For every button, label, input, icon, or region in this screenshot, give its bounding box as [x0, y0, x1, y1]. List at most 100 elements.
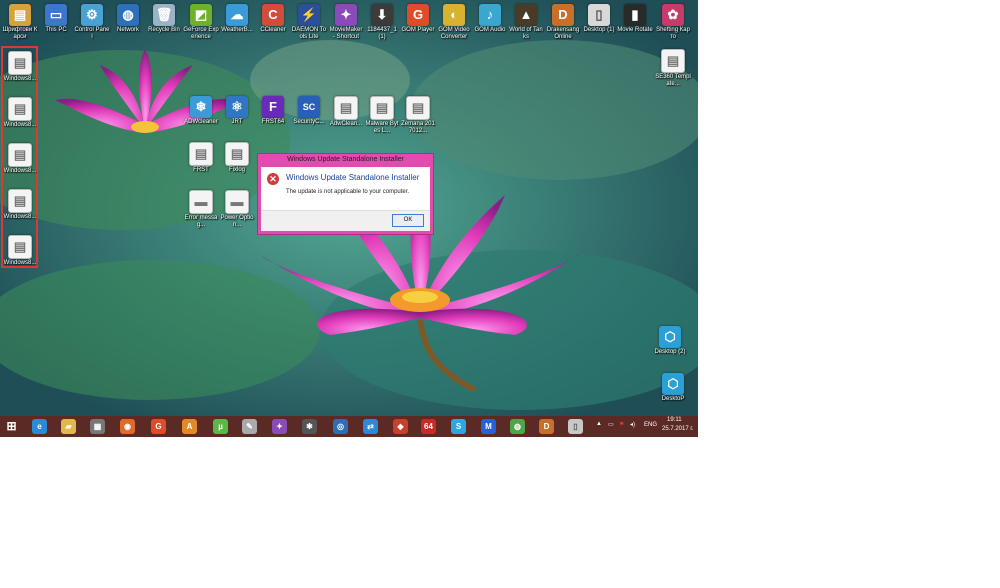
desktop-icon-label: MovieMaker - Shortcut [329, 27, 363, 40]
shortcut-icon: ⬡ [659, 326, 681, 348]
error-icon: ✕ [267, 173, 279, 185]
desktop-icon-desktop-1[interactable]: ▯ Desktop (1) [581, 4, 617, 34]
desktop-icon-windows8-3[interactable]: ▤ Windows8... [2, 143, 38, 175]
desktop-icon-label: Desktop (2) [654, 349, 686, 355]
dialog-body: ✕ Windows Update Standalone Installer Th… [261, 167, 430, 231]
gom-converter-icon: ◐ [443, 4, 465, 26]
desktop-icon-label: Windows8... [3, 122, 37, 128]
start-button[interactable]: ⊞ [4, 419, 19, 434]
clock-time[interactable]: 19:11 [667, 417, 682, 423]
tray-arrow-icon[interactable]: ▲ [596, 421, 602, 427]
file-explorer-icon[interactable]: ▰ [61, 419, 76, 434]
window-icon[interactable]: ▯ [568, 419, 583, 434]
installer-icon: ▤ [8, 51, 32, 75]
desktop-icon-frst64[interactable]: F FRST64 [255, 96, 291, 126]
desktop-icon-label: GOM Audio [474, 27, 506, 33]
desktop-icon-fixlog[interactable]: ▤ Fixlog [219, 142, 255, 174]
network-tray-icon[interactable]: ▭ [608, 421, 614, 428]
taskbar: ⊞ e ▰ ▦ ◉ G A µ ✎ ✦ ✱ ◎ ⇄ ◆ 64 S M ◍ D ▯… [0, 416, 698, 437]
language-indicator[interactable]: ENG [644, 422, 657, 428]
desktop-icon-movie-rotate[interactable]: ▮ Movie Rotate [617, 4, 653, 34]
volume-tray-icon[interactable]: ◂) [630, 421, 635, 428]
text-file-icon: ▤ [406, 96, 430, 120]
tool2-icon[interactable]: ✱ [302, 419, 317, 434]
desktop-icon-weather[interactable]: ☁ WeatherB... [219, 4, 255, 34]
desktop-icon-malwarebytes-log[interactable]: ▤ Malware Bytes L... [364, 96, 400, 135]
desktop-icon-windows8-5[interactable]: ▤ Windows8... [2, 235, 38, 267]
desktop-icon-moviemaker[interactable]: ✦ MovieMaker - Shortcut [328, 4, 364, 41]
desktop-icon-recycle-bin[interactable]: 🗑 Recycle Bin [146, 4, 182, 34]
text-file-icon: ▤ [189, 142, 213, 166]
chrome-icon[interactable]: ◍ [510, 419, 525, 434]
desktop-icon-label: DAEMON Tools Lite [291, 27, 327, 40]
text-file-icon: ▤ [661, 49, 685, 73]
drakensang-icon[interactable]: D [539, 419, 554, 434]
desktop-icon-label: Network [116, 27, 139, 33]
internet-explorer-icon[interactable]: e [32, 419, 47, 434]
desktop-icon-label: Shefting Карто [656, 27, 690, 40]
remote-icon[interactable]: ◆ [393, 419, 408, 434]
desktop-icon-zemana-log[interactable]: ▤ Zemana 2017012... [400, 96, 436, 135]
recycle-bin-icon: 🗑 [153, 4, 175, 26]
desktop-icon-folder[interactable]: ▤ Шрифтови Карси [2, 4, 38, 41]
desktop-icon-daemon[interactable]: ⚡ DAEMON Tools Lite [291, 4, 327, 41]
desktop-icon-this-pc[interactable]: ▭ This PC [38, 4, 74, 34]
desktop-icon-gom-audio[interactable]: ♪ GOM Audio [472, 4, 508, 34]
frst64-icon: F [262, 96, 284, 118]
desktop-icon-download[interactable]: ⬇ 1184437_1 (1) [364, 4, 400, 41]
geforce-icon: ◩ [190, 4, 212, 26]
desktop-icon-adwclean-log[interactable]: ▤ AdwClean... [328, 96, 364, 128]
firefox-icon[interactable]: ◉ [120, 419, 135, 434]
desktop-icon-windows8-4[interactable]: ▤ Windows8... [2, 189, 38, 221]
network-icon: ◍ [117, 4, 139, 26]
desktop-icon-ccleaner[interactable]: C CCleaner [255, 4, 291, 34]
image-file-icon: ▬ [225, 190, 249, 214]
desktop-icon-se360-template[interactable]: ▤ SE360 Template... [655, 49, 691, 88]
update-installer-dialog: Windows Update Standalone Installer ✕ Wi… [257, 153, 434, 235]
desktop-icon-label: World of Tanks [509, 27, 543, 40]
desktop-icon-label: AdwClean... [329, 121, 363, 127]
desktop-icon-drakensang[interactable]: D Drakensang Online [545, 4, 581, 41]
desktop-icon-label: Malware Bytes L... [365, 121, 399, 134]
desktop-icon-cards[interactable]: ✿ Shefting Карто [655, 4, 691, 41]
clock-date[interactable]: 25.7.2017 г. [662, 426, 693, 432]
flag-tray-icon[interactable]: ⚑ [619, 421, 624, 428]
desktop-icon-windows8-1[interactable]: ▤ Windows8... [2, 51, 38, 83]
app-icon[interactable]: ◎ [333, 419, 348, 434]
tool-icon[interactable]: ✎ [242, 419, 257, 434]
desktop-icon-label: WeatherB... [221, 27, 253, 33]
desktop-icon-jrt[interactable]: ⚛ JRT [219, 96, 255, 126]
desktop-icon-gom-player[interactable]: G GOM Player [400, 4, 436, 34]
desktop-icon-desktop-2[interactable]: ⬡ Desktop (2) [652, 326, 688, 356]
text-file-icon: ▤ [225, 142, 249, 166]
folder-icon: ▤ [9, 4, 31, 26]
desktop-icon-world-of-tanks[interactable]: ▲ World of Tanks [508, 4, 544, 41]
desktop-icon-geforce[interactable]: ◩ GeForce Experience [183, 4, 219, 41]
desktop-icon-label: This PC [45, 27, 67, 33]
media-icon[interactable]: ▦ [90, 419, 105, 434]
gom-player-icon[interactable]: G [151, 419, 166, 434]
desktop-icon-network[interactable]: ◍ Network [110, 4, 146, 34]
drakensang-icon: D [552, 4, 574, 26]
aida64-icon[interactable]: 64 [421, 419, 436, 434]
moviemaker-icon[interactable]: ✦ [272, 419, 287, 434]
desktop-icon-label: Windows8... [3, 214, 37, 220]
desktop-icon-securitycheck[interactable]: SC SecurityC... [291, 96, 327, 126]
avast-icon[interactable]: A [182, 419, 197, 434]
installer-icon: ▤ [8, 143, 32, 167]
skype-icon[interactable]: S [451, 419, 466, 434]
desktop-icon-adwcleaner[interactable]: ❄ ADWcleaner [183, 96, 219, 126]
desktop-icon-frst-log[interactable]: ▤ FRST [183, 142, 219, 174]
teamviewer-icon[interactable]: ⇄ [363, 419, 378, 434]
malwarebytes-icon[interactable]: M [481, 419, 496, 434]
desktop-icon-power-option[interactable]: ▬ Power Option... [219, 190, 255, 229]
utorrent-icon[interactable]: µ [213, 419, 228, 434]
dialog-heading: Windows Update Standalone Installer [286, 173, 420, 182]
desktop-icon-windows8-2[interactable]: ▤ Windows8... [2, 97, 38, 129]
installer-icon: ▤ [8, 97, 32, 121]
desktop-icon-gom-converter[interactable]: ◐ GOM Video Converter [436, 4, 472, 41]
desktop-icon-control-panel[interactable]: ⚙ Control Panel [74, 4, 110, 41]
desktop-icon-desktop-p[interactable]: ⬡ DesktoP [655, 373, 691, 403]
ok-button[interactable]: OK [392, 214, 424, 227]
desktop-icon-error-message[interactable]: ▬ Error messag... [183, 190, 219, 229]
